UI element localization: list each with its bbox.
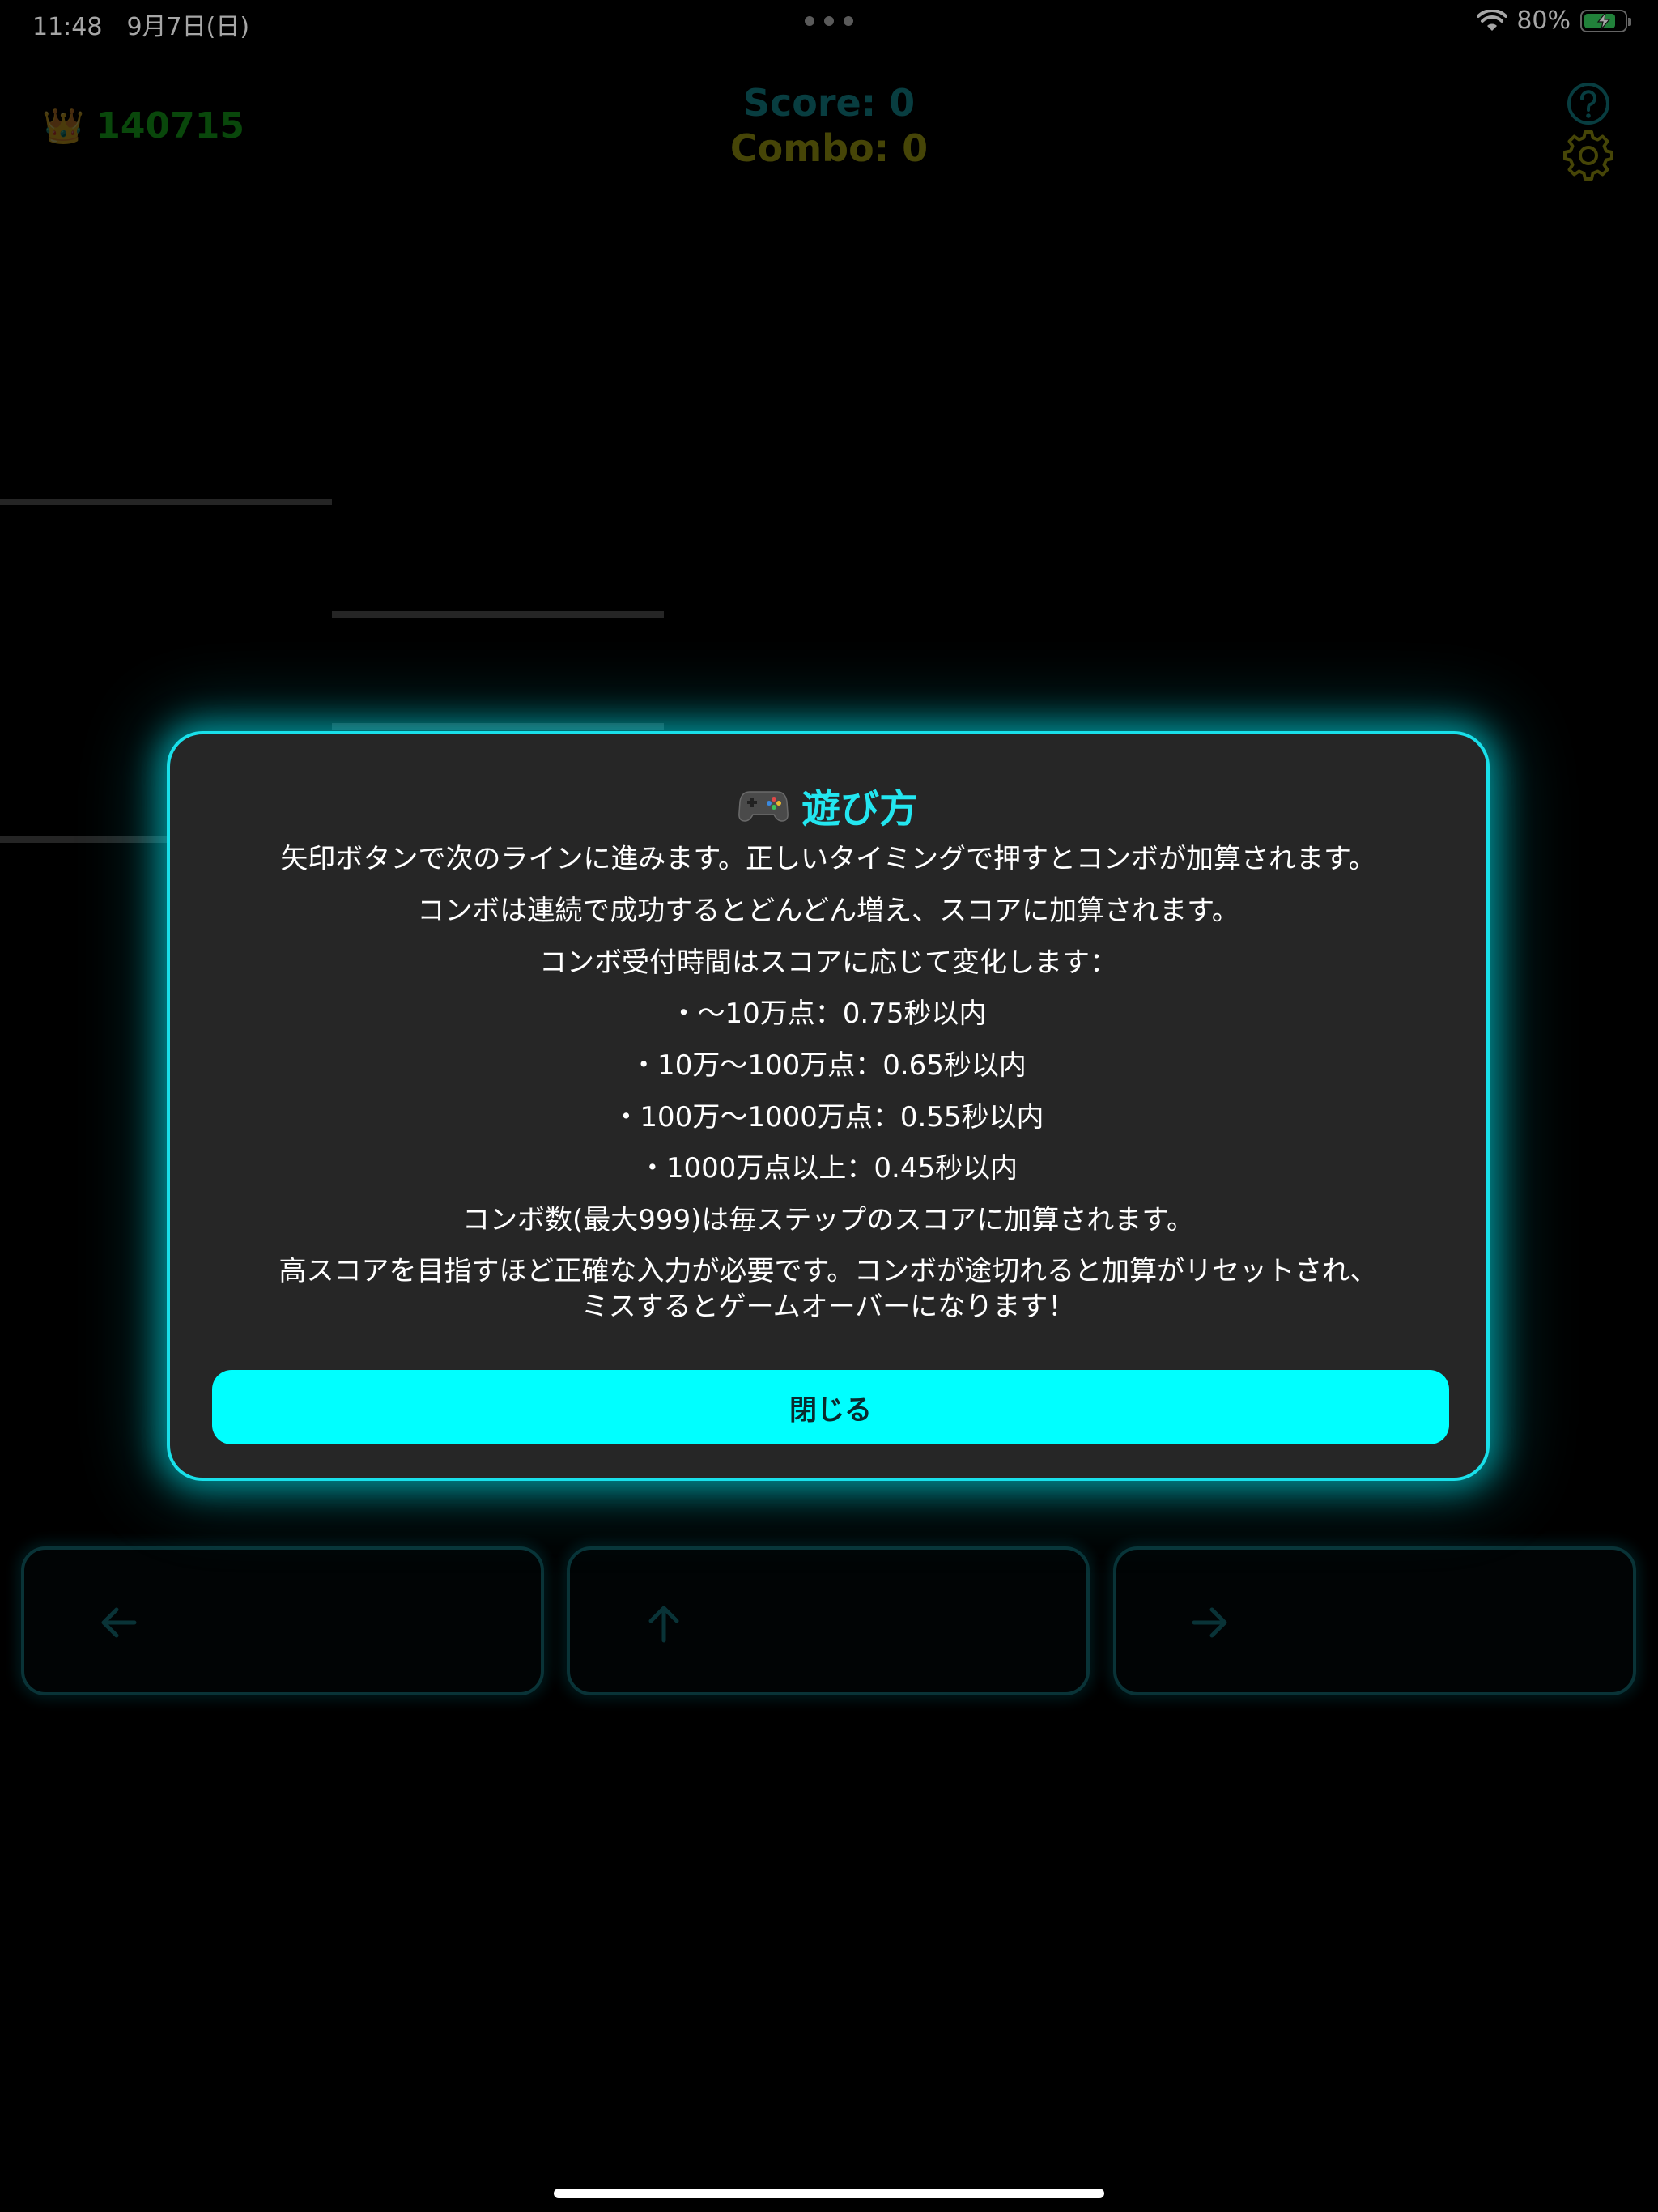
- modal-line: ・〜10万点：0.75秒以内: [670, 998, 987, 1030]
- close-button[interactable]: 閉じる: [212, 1370, 1449, 1444]
- modal-line: ・100万〜1000万点：0.55秒以内: [612, 1101, 1044, 1134]
- modal-line: ・1000万点以上：0.45秒以内: [638, 1152, 1018, 1185]
- home-indicator[interactable]: [554, 2189, 1104, 2198]
- modal-title-text: 遊び方: [801, 786, 918, 832]
- modal-line: ミスするとゲームオーバーになります！: [580, 1291, 1076, 1323]
- modal-line: コンボ数(最大999)は毎ステップのスコアに加算されます。: [461, 1204, 1195, 1236]
- game-screen: 11:48 9月7日(日) 80% 👑 140715 Score: 0 Comb…: [0, 0, 1658, 2212]
- modal-line: コンボは連続で成功するとどんどん増え、スコアに加算されます。: [417, 895, 1239, 927]
- gamepad-icon: [738, 791, 789, 822]
- modal-title: 遊び方: [170, 776, 1486, 833]
- modal-line: 矢印ボタンで次のラインに進みます。正しいタイミングで押すとコンボが加算されます。: [280, 843, 1376, 875]
- modal-line: ・10万〜100万点：0.65秒以内: [630, 1049, 1027, 1082]
- modal-line: 高スコアを目指すほど正確な入力が必要です。コンボが途切れると加算がリセットされ、: [278, 1255, 1378, 1287]
- how-to-play-modal: 遊び方 矢印ボタンで次のラインに進みます。正しいタイミングで押すとコンボが加算さ…: [167, 731, 1490, 1481]
- modal-line: コンボ受付時間はスコアに応じて変化します：: [539, 946, 1117, 979]
